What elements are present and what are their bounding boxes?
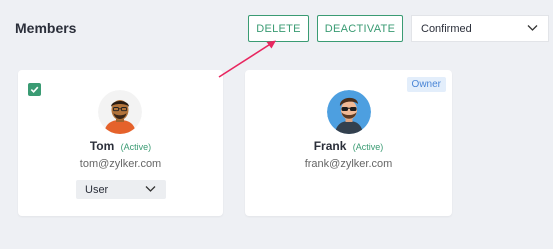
role-value: User [85, 183, 109, 196]
member-email: frank@zylker.com [304, 158, 393, 170]
avatar [98, 90, 142, 134]
select-member-checkbox[interactable] [28, 83, 41, 96]
deactivate-button[interactable]: DEACTIVATE [317, 15, 403, 42]
member-name: Frank [313, 139, 347, 153]
member-status: (Active) [120, 142, 152, 152]
status-filter-value: Confirmed [421, 22, 472, 35]
avatar [327, 90, 371, 134]
chevron-down-icon [145, 186, 156, 192]
page-title: Members [15, 20, 77, 36]
status-filter-select[interactable]: Confirmed [411, 15, 549, 42]
owner-badge: Owner [406, 77, 446, 92]
member-status: (Active) [352, 142, 384, 152]
delete-button[interactable]: DELETE [248, 15, 309, 42]
role-select[interactable]: User [76, 180, 166, 199]
member-card-frank[interactable]: Owner Frank (Active) frank@zylker.com [245, 70, 452, 216]
member-name: Tom [89, 139, 115, 153]
member-card-tom[interactable]: Tom (Active) tom@zylker.com User [18, 70, 223, 216]
member-email: tom@zylker.com [79, 158, 162, 170]
check-icon [30, 86, 39, 93]
chevron-down-icon [527, 25, 538, 31]
